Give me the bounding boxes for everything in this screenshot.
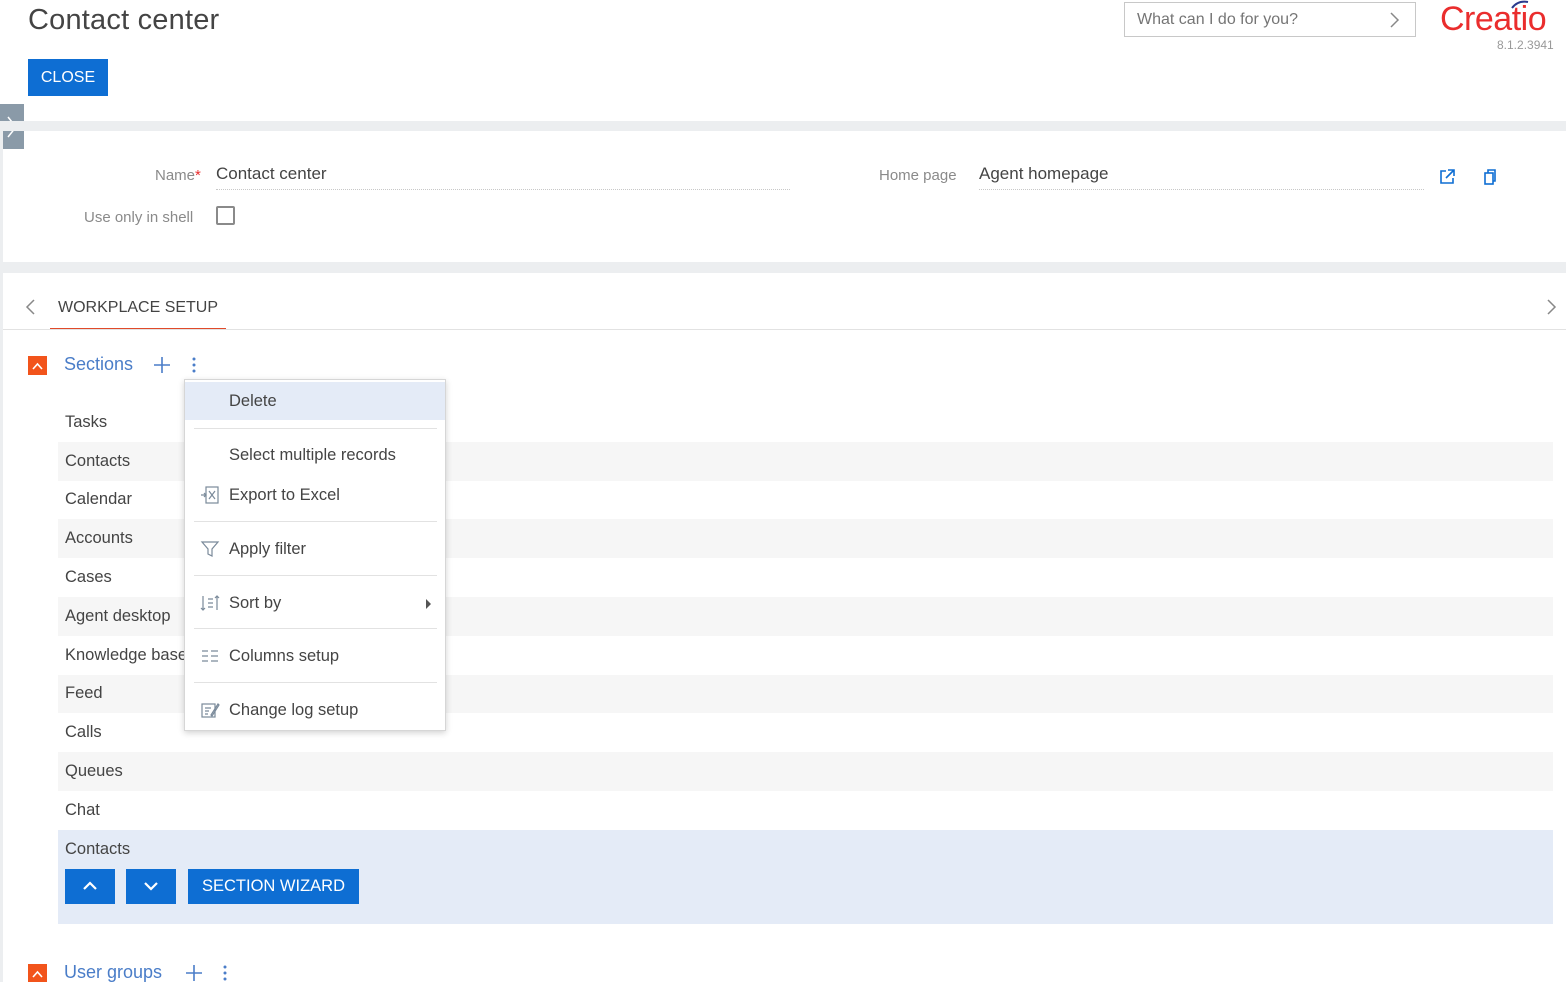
copy-icon[interactable] — [1478, 166, 1500, 188]
name-field-underline — [216, 189, 790, 190]
menu-item-select-multiple[interactable]: Select multiple records — [185, 436, 445, 474]
sort-icon — [200, 595, 220, 611]
menu-item-delete[interactable]: Delete — [185, 382, 445, 420]
home-page-label: Home page — [879, 167, 957, 184]
shell-label: Use only in shell — [84, 209, 194, 226]
menu-item-label: Columns setup — [229, 646, 340, 665]
search-input[interactable] — [1137, 10, 1385, 29]
divider-band — [0, 121, 1566, 131]
version-label: 8.1.2.3941 — [1497, 38, 1554, 52]
move-down-button[interactable] — [126, 868, 176, 904]
chevron-up-icon — [32, 362, 43, 370]
chevron-up-icon — [32, 970, 43, 978]
actions-menu: Delete Select multiple records Export to… — [184, 379, 446, 731]
menu-item-sort-by[interactable]: Sort by — [185, 584, 445, 622]
add-icon[interactable] — [152, 355, 172, 375]
left-edge — [0, 131, 3, 982]
logo-swoosh-icon — [1511, 0, 1529, 9]
menu-item-apply-filter[interactable]: Apply filter — [185, 530, 445, 568]
chevron-right-icon[interactable] — [1385, 11, 1403, 29]
name-label: Name* — [155, 167, 201, 184]
close-button[interactable]: CLOSE — [28, 59, 108, 96]
filter-icon — [200, 541, 220, 557]
add-icon[interactable] — [184, 963, 204, 982]
sections-collapse-button[interactable] — [28, 356, 47, 375]
sections-group-title[interactable]: Sections — [64, 354, 133, 375]
menu-item-columns-setup[interactable]: Columns setup — [185, 637, 445, 675]
menu-item-label: Select multiple records — [229, 445, 396, 464]
page-title: Contact center — [28, 4, 220, 36]
more-options-icon[interactable] — [189, 355, 199, 375]
menu-separator — [194, 428, 437, 429]
tab-underline — [3, 329, 1566, 330]
user-groups-collapse-button[interactable] — [28, 964, 47, 982]
open-link-icon[interactable] — [1436, 166, 1458, 188]
use-only-in-shell-checkbox[interactable] — [216, 206, 235, 225]
columns-icon — [202, 650, 218, 662]
menu-item-export-excel[interactable]: Export to Excel — [185, 476, 445, 514]
row-actions: SECTION WIZARD — [58, 868, 1553, 924]
menu-separator — [194, 575, 437, 576]
submenu-arrow-icon — [426, 599, 431, 609]
menu-item-label: Sort by — [229, 593, 282, 612]
change-log-icon — [201, 703, 220, 718]
excel-export-icon — [201, 486, 219, 504]
home-page-field[interactable]: Agent homepage — [979, 164, 1109, 184]
menu-item-label: Apply filter — [229, 539, 307, 558]
creatio-logo: Creatio — [1440, 0, 1547, 38]
menu-separator — [194, 682, 437, 683]
menu-separator — [194, 628, 437, 629]
tab-workplace-setup[interactable]: WORKPLACE SETUP — [50, 288, 227, 330]
section-wizard-button[interactable]: SECTION WIZARD — [188, 868, 359, 904]
home-page-field-underline — [979, 189, 1424, 190]
user-groups-title[interactable]: User groups — [64, 962, 162, 982]
divider-band — [0, 262, 1566, 273]
name-field[interactable]: Contact center — [216, 164, 327, 184]
list-item[interactable]: Queues — [58, 752, 1553, 791]
tab-scroll-right-icon[interactable] — [1542, 297, 1560, 317]
menu-item-label: Change log setup — [229, 700, 359, 719]
tab-scroll-left-icon[interactable] — [22, 297, 40, 317]
chevron-up-icon — [83, 881, 97, 890]
list-item-selected[interactable]: Contacts — [58, 829, 1553, 869]
more-options-icon[interactable] — [220, 963, 230, 982]
menu-separator — [194, 521, 437, 522]
chevron-down-icon — [144, 882, 158, 891]
command-search[interactable] — [1124, 2, 1416, 37]
list-item[interactable]: Chat — [58, 791, 1553, 830]
menu-item-label: Delete — [229, 391, 277, 410]
menu-item-label: Export to Excel — [229, 485, 340, 504]
menu-item-change-log-setup[interactable]: Change log setup — [185, 691, 445, 729]
move-up-button[interactable] — [65, 868, 115, 904]
